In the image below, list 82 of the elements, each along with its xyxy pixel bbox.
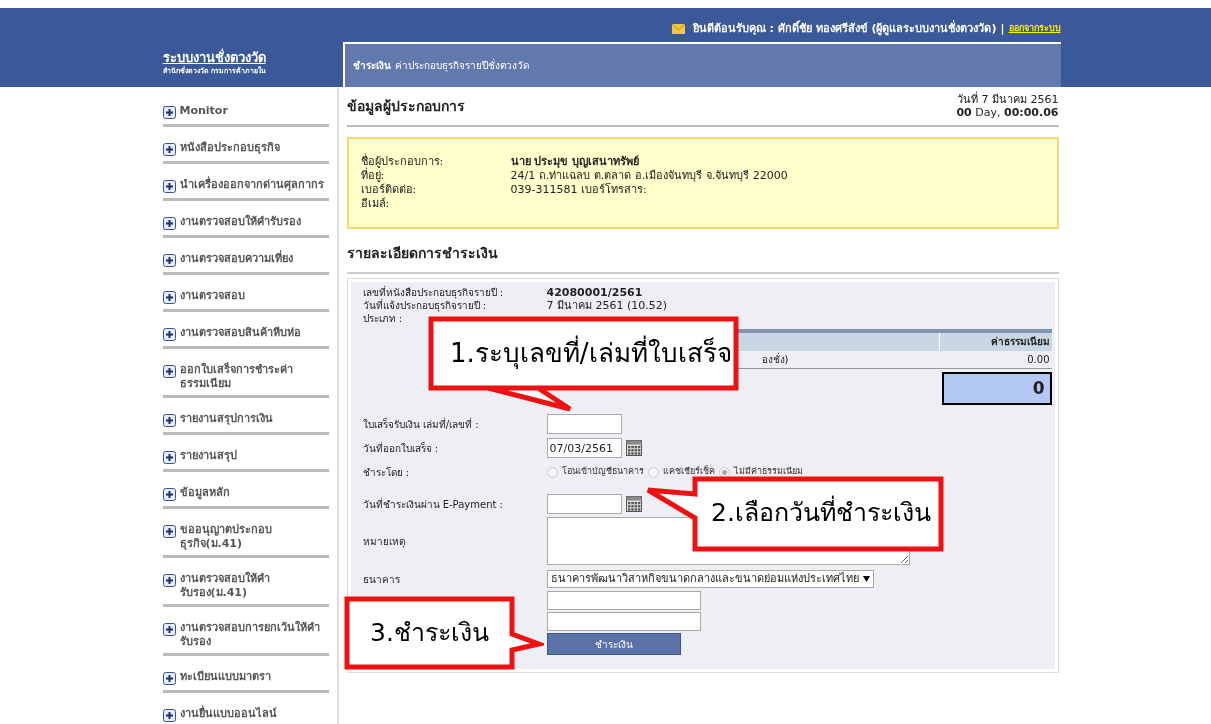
sidebar-item[interactable]: ออกใบเสร็จการชำระค่าธรรมเนียม (162, 360, 329, 398)
plus-icon[interactable] (162, 365, 176, 378)
table-cell-text: 0.00 (1026, 353, 1051, 367)
section-title: ข้อมูลผู้ประกอบการ (346, 97, 465, 117)
plus-icon[interactable] (162, 254, 176, 267)
dropdown-arrow-icon (862, 576, 870, 582)
radio-button[interactable] (546, 466, 558, 478)
field-value: 42080001/2561 (546, 286, 643, 299)
field-label: หมายเหตุ (362, 534, 406, 549)
callout-text: 3.ชำระเงิน (370, 617, 489, 649)
radio-button[interactable] (647, 466, 659, 478)
sidebar-item[interactable]: นำเครื่องออกจากด่านศุลกากร (162, 175, 329, 201)
table-header-cell: ค่าธรรมเนียม (939, 333, 1052, 351)
field-label: ชำระโดย : (362, 465, 411, 480)
sidebar-item[interactable]: รายงานสรุป (162, 446, 329, 472)
sidebar-item[interactable]: งานยื่นแบบออนไลน์ (162, 704, 329, 724)
plus-icon[interactable] (162, 672, 176, 685)
field-label: ชื่อผู้ประกอบการ: (360, 155, 445, 168)
field-value: 7 มีนาคม 2561 (10.52) (546, 299, 668, 312)
plus-icon[interactable] (162, 180, 176, 193)
breadcrumb-section: ชำระเงิน (352, 58, 391, 73)
field-label: ธนาคาร (362, 572, 401, 587)
plus-icon[interactable] (162, 574, 176, 587)
sidebar-item[interactable]: งานตรวจสอบให้คำรับรอง (162, 212, 329, 238)
receipt-number-field[interactable] (546, 414, 622, 434)
radio-label: โอนเข้าบัญชีธนาคาร (561, 465, 644, 479)
plus-icon[interactable] (162, 106, 176, 119)
sidebar-item[interactable]: งานตรวจสอบการยกเว้นให้คำรับรอง (162, 618, 329, 656)
date-text: วันที่ 7 มีนาคม 2561 (957, 93, 1059, 106)
field-label: ประเภท : (362, 312, 404, 325)
plus-icon[interactable] (162, 143, 176, 156)
plus-icon[interactable] (162, 623, 176, 636)
plus-icon[interactable] (162, 217, 176, 230)
sidebar-item[interactable]: ขออนุญาตประกอบธุรกิจ(ม.41) (162, 520, 329, 558)
field-label: วันที่ชำระเงินผ่าน E-Payment : (362, 496, 504, 512)
calendar-icon[interactable] (625, 496, 642, 512)
sidebar-item[interactable]: ทะเบียนแบบมาตรา (162, 667, 329, 693)
plus-icon[interactable] (162, 488, 176, 501)
field-value: นาย ประมุข บุญเสนาทรัพย์ (510, 155, 640, 169)
plus-icon[interactable] (162, 291, 176, 304)
radio-label: ไม่มีค่าธรรมเนียม (733, 465, 803, 479)
breadcrumb-page: ค่าประกอบธุรกิจรายปีชั่งตวงวัด (394, 58, 529, 73)
sidebar-item[interactable]: งานตรวจสอบสินค้าหีบห่อ (162, 323, 329, 349)
radio-label: แคชเชียร์เช็ค (662, 465, 715, 479)
sidebar-item[interactable]: Monitor (162, 101, 329, 127)
logout-link[interactable]: ออกจากระบบ (1008, 22, 1061, 36)
envelope-icon (671, 24, 685, 34)
pay-button[interactable]: ชำระเงิน (546, 633, 681, 655)
plus-icon[interactable] (162, 414, 176, 427)
field-value: 24/1 ถ.ท่าแฉลบ ต.ตลาด อ.เมืองจันทบุรี จ.จันทบุรี 22000 (510, 169, 788, 183)
field-label: เลขที่หนังสือประกอบธุรกิจรายปี : (362, 286, 505, 299)
payment-date-field[interactable] (546, 494, 622, 514)
issue-date-field[interactable]: 07/03/2561 (546, 438, 622, 458)
welcome-text: ยินดีต้อนรับคุณ : ศักดิ์ชัย ทองศรีสังข์ (ผู้ดูแลระบบงานชั่งตวงวัด) (692, 20, 997, 38)
sidebar-item[interactable]: ข้อมูลหลัก (162, 483, 329, 509)
total-amount: 0 (941, 372, 1052, 405)
field-label: เบอร์ติดต่อ: (360, 183, 418, 197)
callout-text: 1.ระบุเลขที่/เล่มที่ใบเสร็จ (450, 334, 732, 373)
separator: | (1000, 20, 1005, 37)
sidebar-item[interactable]: หนังสือประกอบธุรกิจ (162, 138, 329, 164)
sidebar-item[interactable]: งานตรวจสอบให้คำรับรอง(ม.41) (162, 569, 329, 607)
plus-icon[interactable] (162, 525, 176, 538)
field-label: ใบเสร็จรับเงิน เล่มที่/เลขที่ : (362, 416, 480, 432)
field-value: 039-311581 เบอร์โทรสาร: (510, 183, 647, 197)
sidebar-item[interactable]: งานตรวจสอบ (162, 286, 329, 312)
section-title: รายละเอียดการชำระเงิน (346, 245, 498, 261)
callout-text: 2.เลือกวันที่ชำระเงิน (711, 494, 931, 532)
text-field[interactable] (546, 591, 701, 610)
plus-icon[interactable] (162, 709, 176, 722)
field-label: วันที่แจ้งประกอบธุรกิจรายปี : (362, 299, 487, 312)
plus-icon[interactable] (162, 328, 176, 341)
field-label: ที่อยู่: (360, 169, 385, 183)
timer-text: 00 Day, 00:00.06 (956, 106, 1059, 119)
logo-title: ระบบงานชั่งตวงวัด (162, 50, 267, 66)
plus-icon[interactable] (162, 451, 176, 464)
field-label: วันที่ออกใบเสร็จ : (362, 440, 440, 456)
bank-dropdown[interactable]: ธนาคารพัฒนาวิสาหกิจขนาดกลางและขนาดย่อมแห่งประเทศไทย (546, 570, 874, 588)
sidebar-item[interactable]: รายงานสรุปการเงิน (162, 409, 329, 435)
text-field[interactable] (546, 612, 701, 631)
calendar-icon[interactable] (625, 440, 642, 456)
field-label: อีเมล์: (360, 197, 391, 211)
sidebar-item[interactable]: งานตรวจสอบความเที่ยง (162, 249, 329, 275)
